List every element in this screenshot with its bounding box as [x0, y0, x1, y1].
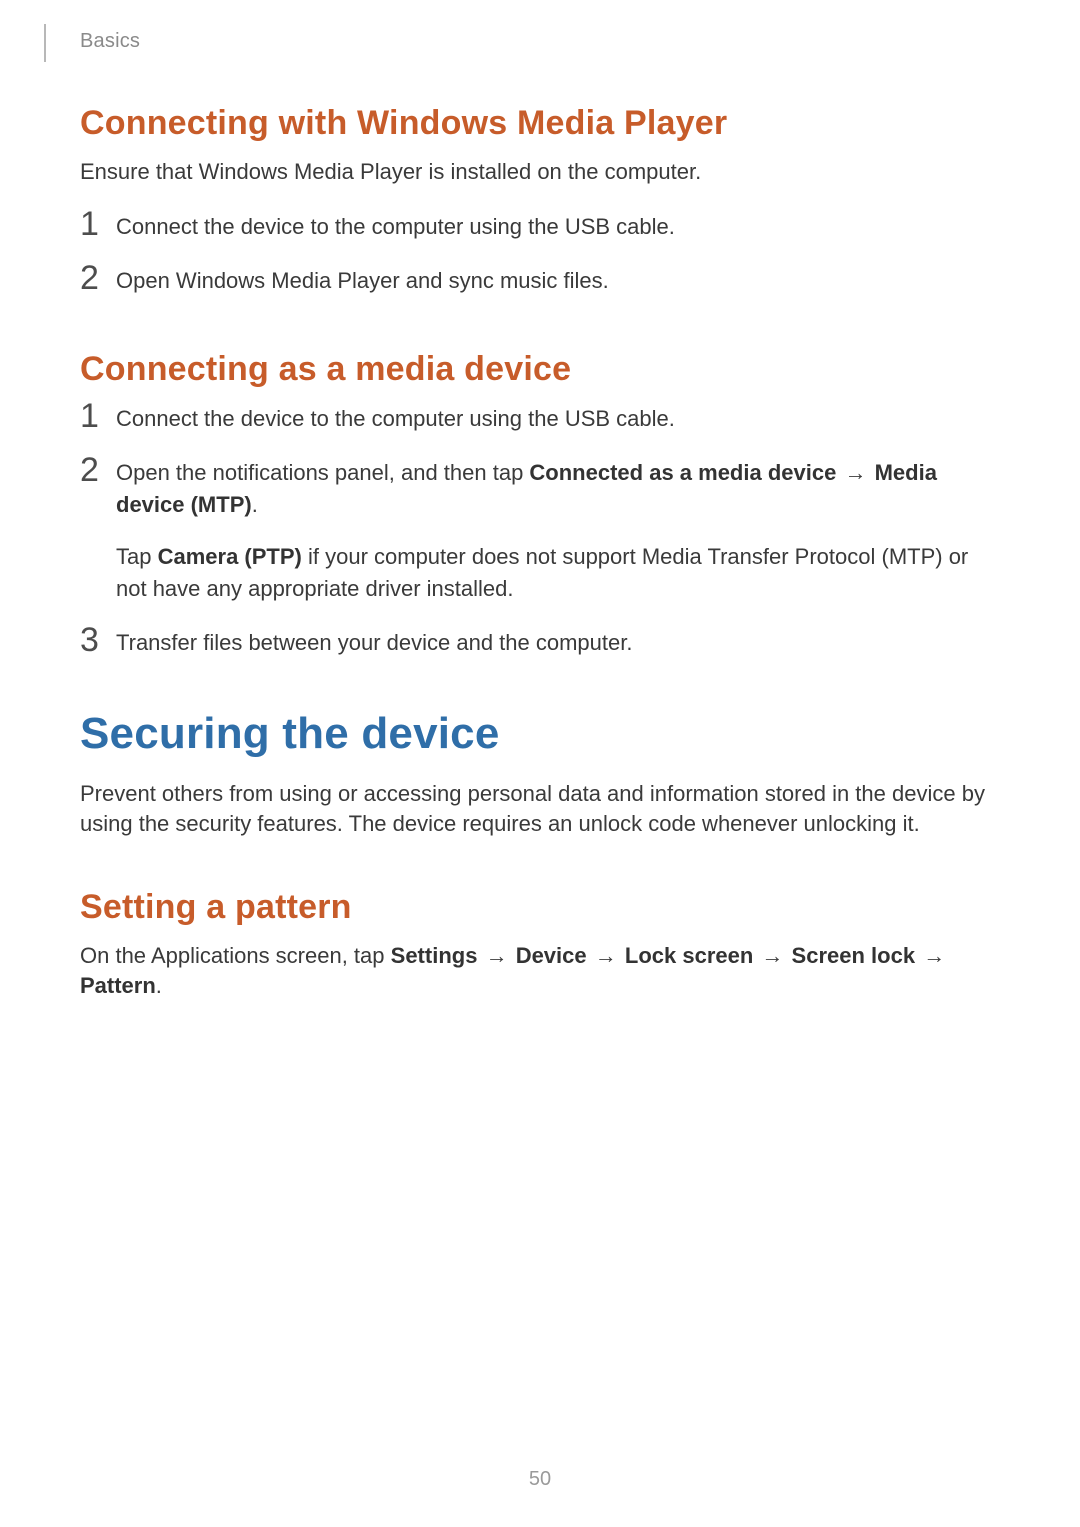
heading-connecting-wmp: Connecting with Windows Media Player	[80, 104, 1000, 143]
list-number: 2	[80, 453, 116, 487]
bold-text: Lock screen	[625, 943, 753, 968]
arrow-icon: →	[484, 943, 510, 968]
breadcrumb-text: Basics	[80, 30, 140, 52]
paragraph: Ensure that Windows Media Player is inst…	[80, 157, 1000, 187]
heading-connecting-media-device: Connecting as a media device	[80, 350, 1000, 389]
list-item: 2 Open the notifications panel, and then…	[80, 457, 1000, 605]
heading-securing-device: Securing the device	[80, 709, 1000, 759]
paragraph: On the Applications screen, tap Settings…	[80, 941, 1000, 1000]
bold-text: Connected as a media device	[529, 460, 836, 485]
text-fragment: Tap	[116, 544, 158, 569]
text-fragment: Open the notifications panel, and then t…	[116, 460, 529, 485]
breadcrumb-rule	[44, 24, 46, 62]
list-number: 2	[80, 261, 116, 295]
list-text: Transfer files between your device and t…	[116, 627, 632, 659]
arrow-icon: →	[921, 943, 947, 968]
bold-text: Camera (PTP)	[158, 544, 302, 569]
list-number: 1	[80, 399, 116, 433]
text-fragment: .	[156, 973, 162, 998]
breadcrumb: Basics	[80, 30, 1000, 58]
list-number: 3	[80, 623, 116, 657]
text-fragment: On the Applications screen, tap	[80, 943, 391, 968]
page-number: 50	[0, 1468, 1080, 1491]
ordered-list: 1 Connect the device to the computer usi…	[80, 403, 1000, 658]
list-number: 1	[80, 207, 116, 241]
list-item: 1 Connect the device to the computer usi…	[80, 211, 1000, 243]
list-item: 1 Connect the device to the computer usi…	[80, 403, 1000, 435]
document-page: Basics Connecting with Windows Media Pla…	[0, 0, 1080, 1527]
ordered-list: 1 Connect the device to the computer usi…	[80, 211, 1000, 297]
list-item: 2 Open Windows Media Player and sync mus…	[80, 265, 1000, 297]
sub-paragraph: Tap Camera (PTP) if your computer does n…	[116, 541, 1000, 605]
bold-text: Screen lock	[792, 943, 916, 968]
text-fragment: .	[252, 492, 258, 517]
bold-text: Settings	[391, 943, 478, 968]
list-text: Open Windows Media Player and sync music…	[116, 265, 609, 297]
arrow-icon: →	[593, 943, 619, 968]
list-text: Open the notifications panel, and then t…	[116, 457, 1000, 605]
list-text: Connect the device to the computer using…	[116, 403, 675, 435]
heading-setting-pattern: Setting a pattern	[80, 888, 1000, 927]
list-text: Connect the device to the computer using…	[116, 211, 675, 243]
arrow-icon: →	[759, 943, 785, 968]
paragraph: Prevent others from using or accessing p…	[80, 779, 1000, 838]
bold-text: Device	[516, 943, 587, 968]
arrow-icon: →	[842, 460, 868, 485]
list-item: 3 Transfer files between your device and…	[80, 627, 1000, 659]
bold-text: Pattern	[80, 973, 156, 998]
